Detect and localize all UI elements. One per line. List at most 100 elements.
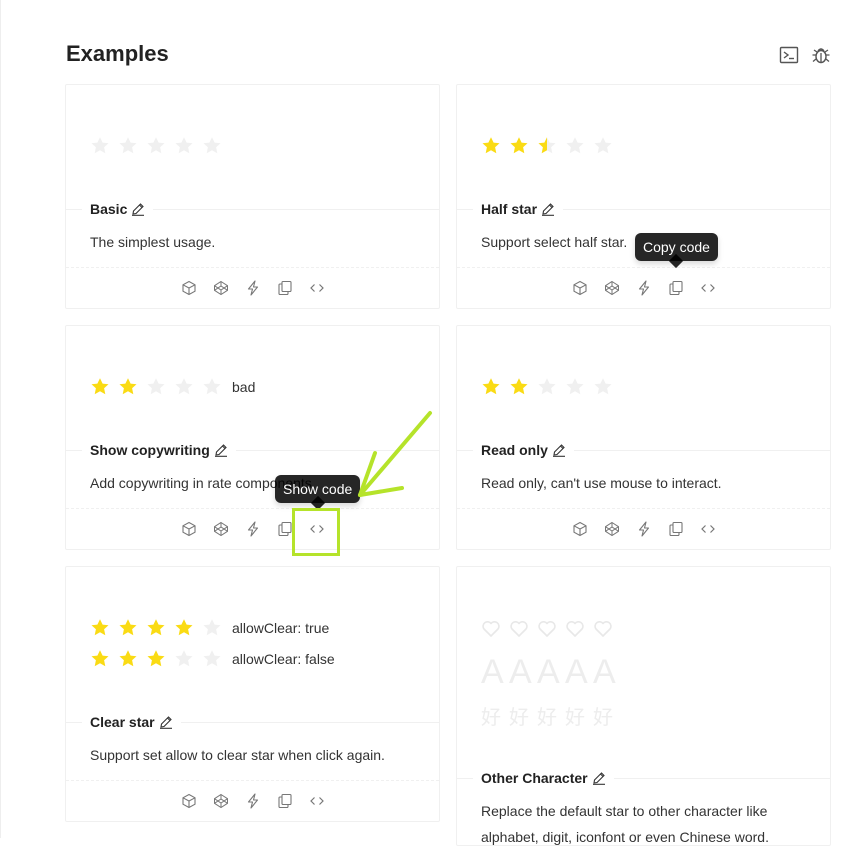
star-icon[interactable] bbox=[174, 377, 194, 397]
rate-chinese[interactable]: 好好好好好 bbox=[481, 701, 621, 730]
star-icon[interactable] bbox=[174, 136, 194, 156]
chinese-character[interactable]: 好 bbox=[593, 701, 613, 730]
codesandbox-icon[interactable] bbox=[181, 793, 197, 809]
star-icon[interactable] bbox=[118, 377, 138, 397]
codesandbox-icon[interactable] bbox=[181, 280, 197, 296]
card-title-text: Half star bbox=[481, 201, 538, 217]
edit-icon[interactable] bbox=[131, 202, 145, 216]
highlight-box bbox=[292, 508, 340, 556]
rate-allow-clear-true[interactable] bbox=[90, 618, 230, 638]
star-icon[interactable] bbox=[202, 618, 222, 638]
stackblitz-icon[interactable] bbox=[636, 521, 652, 537]
rate-letters[interactable]: AAAAA bbox=[481, 653, 621, 692]
terminal-icon[interactable] bbox=[779, 45, 799, 65]
star-icon[interactable] bbox=[202, 377, 222, 397]
rate-label: allowClear: true bbox=[232, 620, 330, 636]
show-code-tooltip: Show code bbox=[275, 475, 361, 511]
bug-icon[interactable] bbox=[811, 45, 831, 65]
copy-code-tooltip: Copy code bbox=[635, 233, 718, 269]
codepen-icon[interactable] bbox=[604, 521, 620, 537]
star-icon[interactable] bbox=[593, 377, 613, 397]
copy-icon[interactable] bbox=[277, 793, 293, 809]
star-icon[interactable] bbox=[565, 136, 585, 156]
codesandbox-icon[interactable] bbox=[572, 280, 588, 296]
stackblitz-icon[interactable] bbox=[245, 793, 261, 809]
star-icon[interactable] bbox=[202, 649, 222, 669]
star-icon[interactable] bbox=[90, 618, 110, 638]
star-icon[interactable] bbox=[481, 136, 501, 156]
codesandbox-icon[interactable] bbox=[181, 521, 197, 537]
star-icon[interactable] bbox=[90, 377, 110, 397]
edit-icon[interactable] bbox=[214, 443, 228, 457]
star-icon[interactable] bbox=[481, 377, 501, 397]
letter-character[interactable]: A bbox=[481, 653, 504, 692]
star-icon[interactable] bbox=[202, 136, 222, 156]
heart-icon[interactable] bbox=[565, 619, 585, 639]
star-icon[interactable] bbox=[146, 136, 166, 156]
edit-icon[interactable] bbox=[541, 202, 555, 216]
card-description-other-character-2: alphabet, digit, iconfont or even Chines… bbox=[481, 829, 769, 845]
star-icon[interactable] bbox=[118, 618, 138, 638]
star-icon[interactable] bbox=[118, 649, 138, 669]
code-icon[interactable] bbox=[309, 280, 325, 296]
edit-icon[interactable] bbox=[552, 443, 566, 457]
codepen-icon[interactable] bbox=[213, 521, 229, 537]
chinese-character[interactable]: 好 bbox=[509, 701, 529, 730]
card-title-clear-star: Clear star bbox=[82, 714, 181, 730]
stackblitz-icon[interactable] bbox=[636, 280, 652, 296]
code-icon[interactable] bbox=[700, 521, 716, 537]
card-description-other-character: Replace the default star to other charac… bbox=[481, 803, 768, 819]
edit-icon[interactable] bbox=[159, 715, 173, 729]
star-icon[interactable] bbox=[146, 377, 166, 397]
copy-icon[interactable] bbox=[668, 280, 684, 296]
heart-icon[interactable] bbox=[537, 619, 557, 639]
star-icon[interactable] bbox=[146, 649, 166, 669]
star-icon[interactable] bbox=[509, 377, 529, 397]
star-icon[interactable] bbox=[90, 136, 110, 156]
copy-icon[interactable] bbox=[277, 521, 293, 537]
codepen-icon[interactable] bbox=[604, 280, 620, 296]
star-icon[interactable] bbox=[593, 136, 613, 156]
chinese-character[interactable]: 好 bbox=[481, 701, 501, 730]
rate-copywriting[interactable] bbox=[90, 377, 230, 397]
star-icon[interactable] bbox=[509, 136, 529, 156]
star-icon[interactable] bbox=[90, 649, 110, 669]
rate-basic[interactable] bbox=[90, 136, 230, 156]
stackblitz-icon[interactable] bbox=[245, 521, 261, 537]
card-description-basic: The simplest usage. bbox=[90, 234, 216, 250]
star-icon[interactable] bbox=[565, 377, 585, 397]
copy-icon[interactable] bbox=[668, 521, 684, 537]
star-icon[interactable] bbox=[537, 377, 557, 397]
heart-icon[interactable] bbox=[593, 619, 613, 639]
rate-half-star[interactable] bbox=[481, 136, 621, 156]
rate-heart[interactable] bbox=[481, 618, 621, 640]
stackblitz-icon[interactable] bbox=[245, 280, 261, 296]
codepen-icon[interactable] bbox=[213, 793, 229, 809]
heart-icon[interactable] bbox=[509, 619, 529, 639]
example-card-copywriting: bad Show copywriting Add copywriting in … bbox=[65, 325, 440, 550]
rate-allow-clear-false[interactable] bbox=[90, 649, 230, 669]
star-icon[interactable] bbox=[174, 618, 194, 638]
code-actions bbox=[66, 793, 439, 809]
heart-icon[interactable] bbox=[481, 619, 501, 639]
code-icon[interactable] bbox=[309, 793, 325, 809]
letter-character[interactable]: A bbox=[565, 653, 588, 692]
star-icon[interactable] bbox=[174, 649, 194, 669]
edit-icon[interactable] bbox=[592, 771, 606, 785]
card-title-basic: Basic bbox=[82, 201, 154, 217]
star-icon[interactable] bbox=[537, 136, 557, 156]
letter-character[interactable]: A bbox=[537, 653, 560, 692]
chinese-character[interactable]: 好 bbox=[537, 701, 557, 730]
code-icon[interactable] bbox=[700, 280, 716, 296]
example-card-read-only: Read only Read only, can't use mouse to … bbox=[456, 325, 831, 550]
codesandbox-icon[interactable] bbox=[572, 521, 588, 537]
star-icon[interactable] bbox=[146, 618, 166, 638]
chinese-character[interactable]: 好 bbox=[565, 701, 585, 730]
star-icon[interactable] bbox=[118, 136, 138, 156]
rate-label: allowClear: false bbox=[232, 651, 335, 667]
copy-icon[interactable] bbox=[277, 280, 293, 296]
letter-character[interactable]: A bbox=[593, 653, 616, 692]
code-actions bbox=[66, 280, 439, 296]
letter-character[interactable]: A bbox=[509, 653, 532, 692]
codepen-icon[interactable] bbox=[213, 280, 229, 296]
